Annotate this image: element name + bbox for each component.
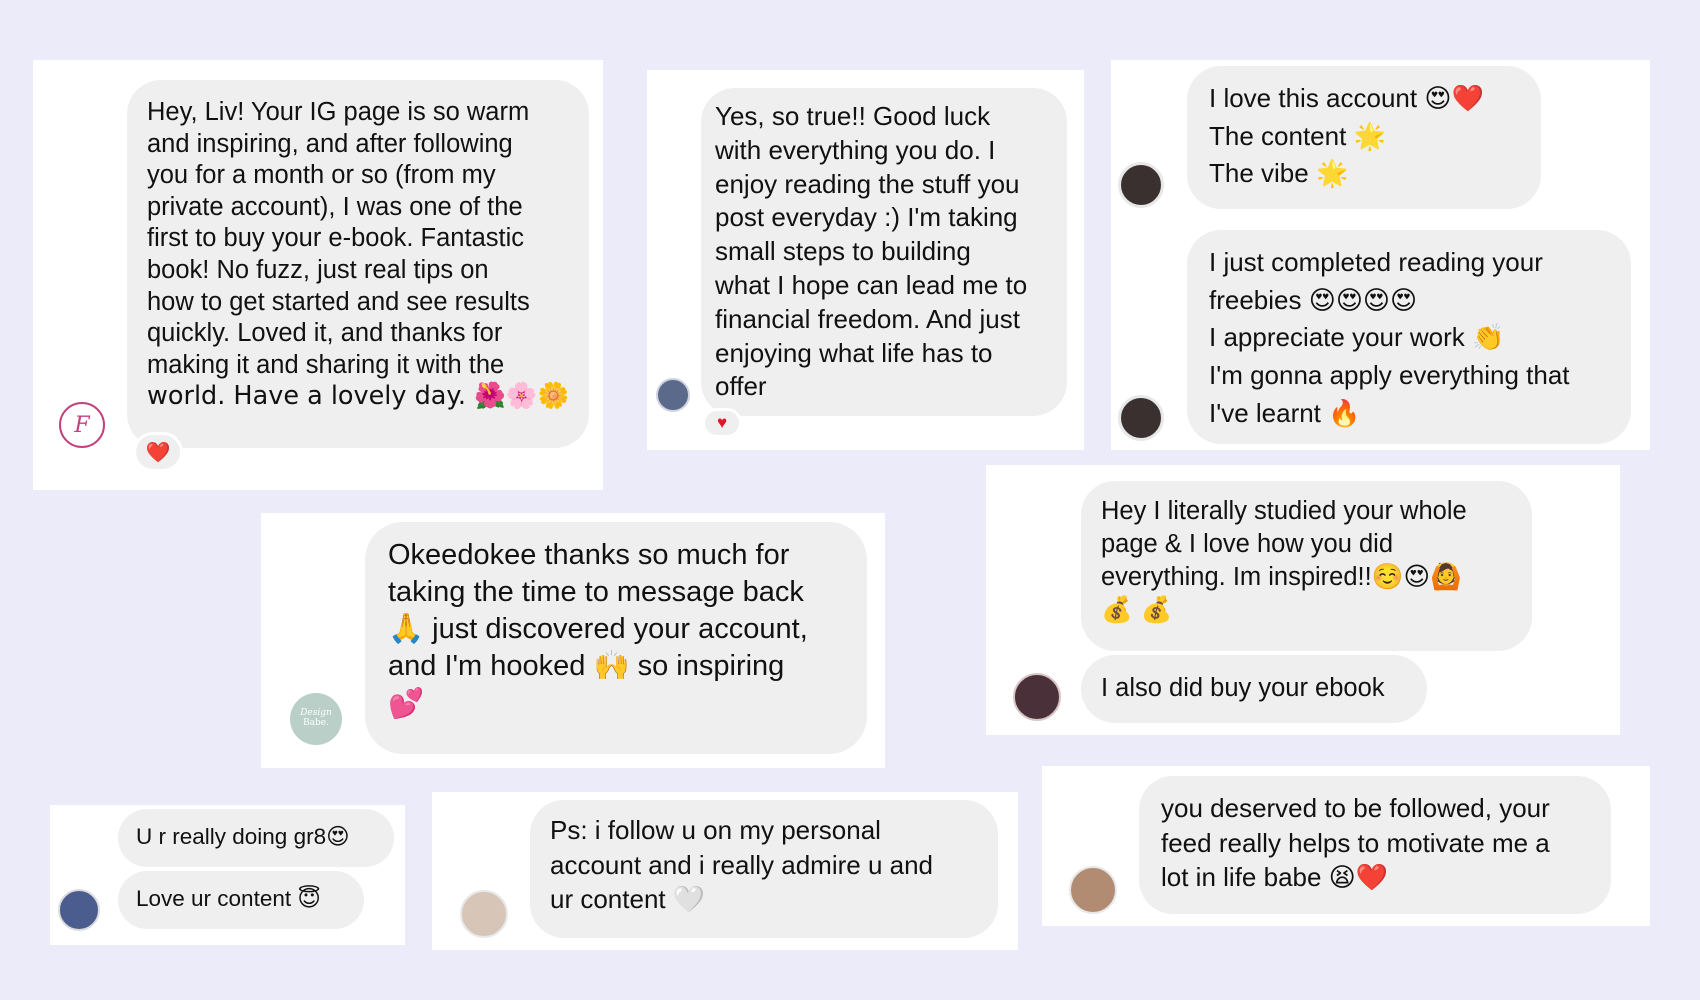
message-bubble[interactable]: Okeedokee thanks so much for taking the …	[365, 522, 867, 754]
message-line: first to buy your e-book. Fantastic	[147, 224, 524, 253]
message-line: I appreciate your work 👏	[1209, 322, 1505, 353]
message-card-1: F Hey, Liv! Your IG page is so warm and …	[33, 60, 603, 490]
message-card-8: you deserved to be followed, your feed r…	[1042, 766, 1650, 926]
avatar[interactable]	[460, 890, 508, 938]
message-card-4: Design Babe. Okeedokee thanks so much fo…	[261, 513, 885, 768]
avatar-letter: F	[74, 412, 90, 438]
message-bubble[interactable]: Yes, so true!! Good luck with everything…	[701, 88, 1067, 416]
heart-reaction-icon[interactable]: ❤️	[133, 432, 183, 472]
message-line: post everyday :) I'm taking	[715, 202, 1018, 233]
message-line: page & I love how you did	[1101, 530, 1394, 559]
message-line: The vibe 🌟	[1209, 158, 1349, 189]
avatar[interactable]: Design Babe.	[290, 693, 342, 745]
message-card-6: U r really doing gr8😍 Love ur content 😇	[50, 805, 405, 945]
message-line: I've learnt 🔥	[1209, 397, 1361, 428]
message-line: with everything you do. I	[715, 134, 996, 165]
avatar-text: Babe.	[303, 718, 329, 728]
message-line: you for a month or so (from my	[147, 161, 496, 190]
message-line: quickly. Loved it, and thanks for	[147, 319, 503, 348]
message-line: U r really doing gr8😍	[136, 824, 350, 849]
message-line: freebies 😍😍😍😍	[1209, 284, 1418, 315]
heart-reaction-icon[interactable]: ♥	[702, 408, 742, 438]
message-line: I love this account 😍❤️	[1209, 83, 1484, 113]
message-bubble[interactable]: I just completed reading your freebies 😍…	[1187, 230, 1631, 444]
message-line: book! No fuzz, just real tips on	[147, 256, 489, 285]
avatar[interactable]	[1069, 866, 1117, 914]
avatar[interactable]	[656, 378, 690, 412]
message-line: I'm gonna apply everything that	[1209, 360, 1570, 391]
message-line: private account), I was one of the	[147, 192, 523, 221]
message-line: ur content 🤍	[550, 884, 706, 915]
message-bubble[interactable]: you deserved to be followed, your feed r…	[1139, 776, 1611, 914]
message-card-5: Hey I literally studied your whole page …	[986, 465, 1620, 735]
message-line: taking the time to message back	[388, 576, 804, 609]
avatar[interactable]: F	[59, 402, 105, 448]
message-card-7: Ps: i follow u on my personal account an…	[432, 792, 1018, 950]
message-line: The content 🌟	[1209, 120, 1386, 151]
message-line: everything. Im inspired!!☺️😍🙆	[1101, 563, 1462, 592]
message-line: Hey I literally studied your whole	[1101, 497, 1467, 525]
message-line: what I hope can lead me to	[715, 269, 1028, 300]
message-line: I also did buy your ebook	[1101, 674, 1385, 702]
message-line: world. Have a lovely day. 🌺🌸🌼	[147, 381, 570, 412]
message-line: Okeedokee thanks so much for	[388, 539, 790, 571]
message-card-2: Yes, so true!! Good luck with everything…	[647, 70, 1084, 450]
message-line: how to get started and see results	[147, 287, 530, 316]
message-line: making it and sharing it with the	[147, 350, 505, 379]
message-line: Hey, Liv! Your IG page is so warm	[147, 98, 530, 126]
message-line: enjoying what life has to	[715, 337, 993, 368]
message-line: 💕	[388, 686, 425, 721]
message-line: offer	[715, 371, 767, 402]
message-line: enjoy reading the stuff you	[715, 168, 1020, 199]
message-line: 💰 💰	[1101, 595, 1173, 626]
avatar[interactable]	[58, 889, 100, 931]
avatar[interactable]	[1118, 395, 1164, 441]
message-bubble[interactable]: Love ur content 😇	[118, 871, 364, 929]
message-line: feed really helps to motivate me a	[1161, 827, 1550, 858]
message-bubble[interactable]: I also did buy your ebook	[1081, 655, 1427, 723]
message-line: financial freedom. And just	[715, 303, 1020, 334]
message-line: and inspiring, and after following	[147, 129, 513, 158]
message-card-3: I love this account 😍❤️ The content 🌟 Th…	[1111, 60, 1650, 450]
message-line: lot in life babe 😫❤️	[1161, 862, 1389, 893]
message-line: account and i really admire u and	[550, 849, 934, 880]
message-line: Yes, so true!! Good luck	[715, 101, 991, 131]
testimonials-collage: { "messages": { "m1": { "lines": ["Hey, …	[0, 0, 1700, 1000]
message-bubble[interactable]: Ps: i follow u on my personal account an…	[530, 800, 998, 938]
message-line: 🙏 just discovered your account,	[388, 613, 808, 646]
message-line: you deserved to be followed, your	[1161, 793, 1550, 823]
message-bubble[interactable]: U r really doing gr8😍	[118, 809, 394, 867]
avatar[interactable]	[1118, 162, 1164, 208]
message-line: Love ur content 😇	[136, 886, 321, 911]
message-bubble[interactable]: Hey I literally studied your whole page …	[1081, 481, 1532, 651]
message-line: Ps: i follow u on my personal	[550, 815, 881, 845]
message-line: and I'm hooked 🙌 so inspiring	[388, 650, 785, 683]
heart-icon: ♥	[716, 413, 728, 432]
avatar[interactable]	[1013, 673, 1061, 721]
message-bubble[interactable]: Hey, Liv! Your IG page is so warm and in…	[127, 80, 589, 448]
message-line: small steps to building	[715, 236, 971, 267]
message-line: I just completed reading your	[1209, 247, 1543, 277]
message-bubble[interactable]: I love this account 😍❤️ The content 🌟 Th…	[1187, 66, 1541, 209]
heart-icon: ❤️	[145, 441, 171, 464]
